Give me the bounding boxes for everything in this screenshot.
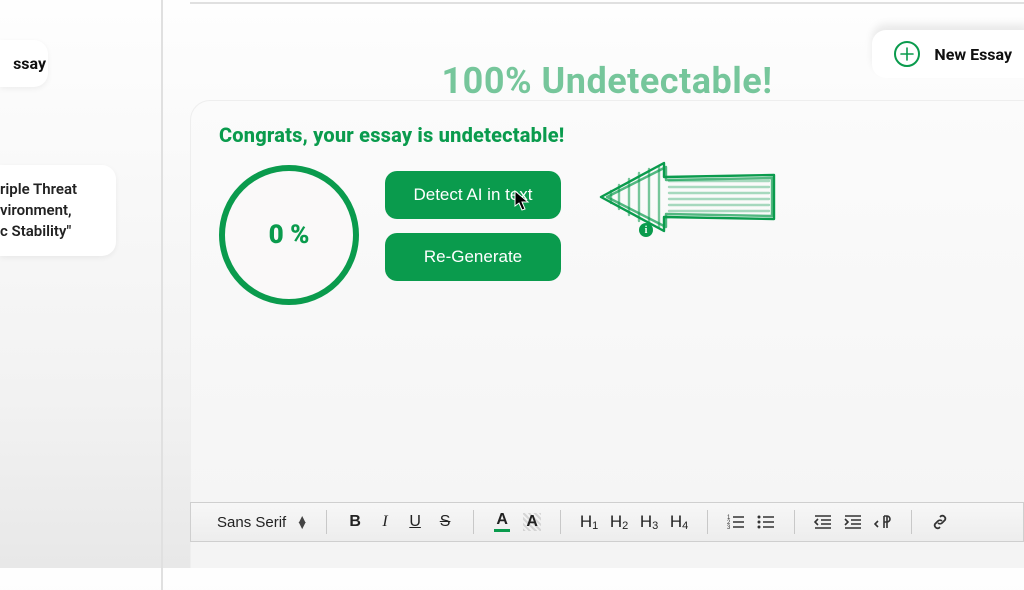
strike-button[interactable]: S <box>435 510 455 534</box>
result-row: 0 % Detect AI in text Re-Generate i <box>219 165 996 305</box>
button-label: Re-Generate <box>424 247 522 267</box>
indent-button[interactable] <box>843 510 863 534</box>
toolbar-separator <box>707 510 708 534</box>
sidebar: ssay riple Threat vironment, c Stability… <box>0 0 135 568</box>
toolbar-font-group: Sans Serif ▲▼ <box>207 503 318 541</box>
info-icon[interactable]: i <box>639 223 653 237</box>
sidebar-item-label: vironment, <box>0 200 116 221</box>
underline-button[interactable]: U <box>405 510 425 534</box>
horizontal-divider <box>190 2 1024 4</box>
sketch-arrow-icon <box>589 157 819 277</box>
tab-background <box>866 18 1024 36</box>
percent-value: 0 % <box>269 220 310 250</box>
button-label: Detect AI in text <box>413 185 532 205</box>
editor-toolbar: Sans Serif ▲▼ B I U S A A <box>190 502 1024 542</box>
detect-ai-button[interactable]: Detect AI in text <box>385 171 561 219</box>
italic-button[interactable]: I <box>375 510 395 534</box>
sidebar-item-essay[interactable]: ssay <box>0 40 48 87</box>
bold-button[interactable]: B <box>345 510 365 534</box>
toolbar-indent-group <box>803 503 903 541</box>
result-card: Congrats, your essay is undetectable! 0 … <box>190 100 1024 568</box>
toolbar-separator <box>326 510 327 534</box>
font-family-select[interactable]: Sans Serif ▲▼ <box>217 514 308 531</box>
congrats-text: Congrats, your essay is undetectable! <box>219 123 996 147</box>
toolbar-heading-group: H1 H2 H3 H4 <box>569 503 699 541</box>
link-button[interactable] <box>930 510 950 534</box>
h1-button[interactable]: H1 <box>579 510 599 534</box>
toolbar-color-group: A A <box>482 503 552 541</box>
regenerate-button[interactable]: Re-Generate <box>385 233 561 281</box>
toolbar-separator <box>794 510 795 534</box>
banner-text: 100% Undetectable! <box>190 60 1024 102</box>
vertical-divider <box>161 0 163 590</box>
h2-button[interactable]: H2 <box>609 510 629 534</box>
toolbar-separator <box>473 510 474 534</box>
ordered-list-button[interactable]: 123 <box>726 510 746 534</box>
color-bar-icon <box>494 529 510 532</box>
outdent-button[interactable] <box>813 510 833 534</box>
info-label: i <box>645 225 648 236</box>
text-color-button[interactable]: A <box>492 510 512 534</box>
font-family-label: Sans Serif <box>217 514 286 531</box>
action-buttons: Detect AI in text Re-Generate <box>385 165 561 281</box>
h4-button[interactable]: H4 <box>669 510 689 534</box>
percent-ring: 0 % <box>219 165 359 305</box>
text-direction-button[interactable] <box>873 510 893 534</box>
toolbar-link-group <box>920 503 960 541</box>
toolbar-format-group: B I U S <box>335 503 465 541</box>
caret-icon: ▲▼ <box>296 516 308 528</box>
highlight-button[interactable]: A <box>522 510 542 534</box>
toolbar-separator <box>911 510 912 534</box>
sidebar-item-label: c Stability" <box>0 221 116 242</box>
sidebar-item-label: ssay <box>13 54 46 73</box>
sidebar-item-label: riple Threat <box>0 179 116 200</box>
unordered-list-button[interactable] <box>756 510 776 534</box>
toolbar-separator <box>560 510 561 534</box>
toolbar-list-group: 123 <box>716 503 786 541</box>
h3-button[interactable]: H3 <box>639 510 659 534</box>
sidebar-item-triple-threat[interactable]: riple Threat vironment, c Stability" <box>0 165 116 256</box>
svg-text:3: 3 <box>727 525 731 530</box>
